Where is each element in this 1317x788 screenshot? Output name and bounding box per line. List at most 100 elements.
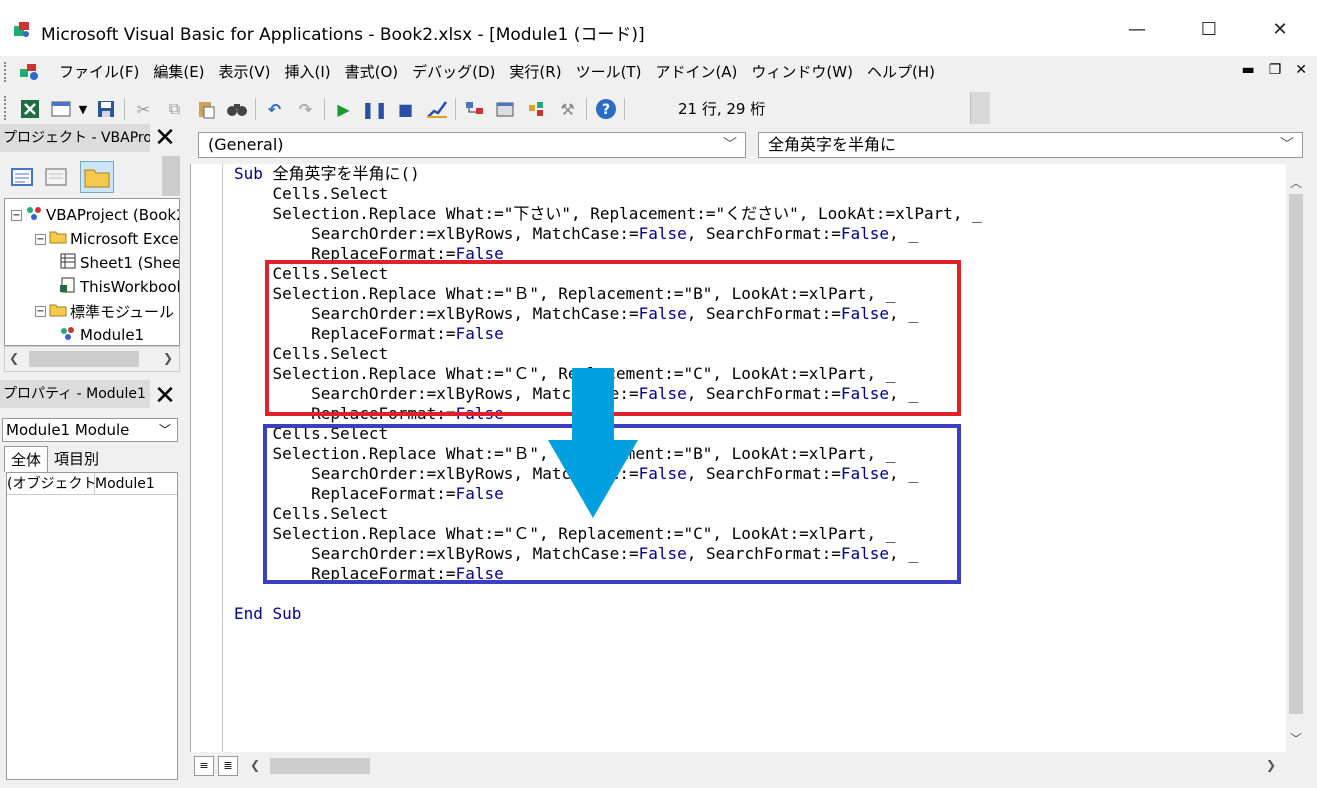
toolbar-separator [624, 98, 625, 120]
tree-item-label: 標準モジュール [70, 303, 174, 321]
code-line[interactable]: Cells.Select [234, 184, 982, 204]
break-icon[interactable]: ❚❚ [359, 96, 390, 122]
help-icon[interactable]: ? [590, 96, 621, 122]
menu-item[interactable]: 表示(V) [212, 62, 278, 82]
scroll-down-icon[interactable]: ﹀ [1290, 730, 1302, 747]
toolbar-overflow-button[interactable] [970, 92, 990, 124]
chevron-down-icon: ﹀ [1280, 137, 1294, 153]
workbook-icon [59, 277, 77, 297]
object-browser-icon[interactable] [521, 96, 552, 122]
tree-item[interactable]: − Microsoft Excel Objects [35, 229, 179, 249]
full-module-view-icon[interactable]: ≣ [218, 756, 238, 776]
project-tree-hscroll[interactable]: ❮ ❯ [4, 346, 180, 372]
project-pane-close-icon[interactable]: ✕ [150, 124, 180, 152]
cut-icon[interactable]: ✂ [128, 96, 159, 122]
project-pane-toolbar [0, 154, 182, 198]
collapse-icon[interactable]: − [11, 209, 22, 221]
tree-item[interactable]: − 標準モジュール [35, 301, 174, 322]
property-value[interactable]: Module1 [95, 473, 155, 494]
code-line[interactable]: Sub 全角英字を半角に() [234, 164, 982, 184]
menu-item[interactable]: デバッグ(D) [405, 62, 502, 82]
tab-alphabetic[interactable]: 全体 [4, 446, 49, 472]
mdi-close-button[interactable]: ✕ [1295, 62, 1307, 78]
collapse-icon[interactable]: − [35, 233, 46, 245]
menu-item[interactable]: 挿入(I) [278, 62, 338, 82]
toggle-folders-icon[interactable] [80, 161, 114, 193]
mdi-minimize-button[interactable]: ▬ [1241, 62, 1254, 78]
svg-text:?: ? [601, 102, 609, 118]
chevron-down-icon: ﹀ [723, 137, 737, 153]
scroll-up-icon[interactable]: ︿ [1290, 174, 1302, 191]
property-row[interactable]: (オブジェクト名) Module1 [7, 473, 177, 495]
tree-item[interactable]: − VBAProject (Book2.xlsx) [11, 205, 179, 225]
properties-grid: (オブジェクト名) Module1 [6, 472, 178, 780]
close-button[interactable]: ✕ [1257, 16, 1303, 44]
scroll-thumb[interactable] [270, 758, 370, 774]
scroll-right-icon[interactable]: ❯ [1266, 758, 1276, 772]
run-icon[interactable]: ▶ [328, 96, 359, 122]
paste-icon[interactable] [190, 96, 221, 122]
insert-userform-icon[interactable] [45, 96, 76, 122]
view-code-icon[interactable] [10, 166, 34, 192]
collapse-icon[interactable]: − [35, 306, 46, 317]
toolbar-grip[interactable] [4, 96, 8, 120]
menu-item[interactable]: 実行(R) [502, 62, 568, 82]
tree-item[interactable]: Sheet1 (Sheet1) [59, 253, 179, 273]
tab-categorized[interactable]: 項目別 [48, 446, 105, 472]
scroll-thumb[interactable] [1289, 194, 1303, 714]
module-icon [59, 325, 77, 345]
procedure-combo[interactable]: 全角英字を半角に ﹀ [758, 132, 1303, 158]
minimize-button[interactable]: — [1114, 16, 1160, 44]
project-explorer-icon[interactable] [459, 96, 490, 122]
redo-icon[interactable]: ↷ [290, 96, 321, 122]
code-line[interactable] [234, 584, 982, 604]
menu-item[interactable]: 書式(O) [338, 62, 406, 82]
window-title: Microsoft Visual Basic for Applications … [41, 25, 645, 45]
save-icon[interactable] [90, 96, 121, 122]
properties-object-select[interactable]: Module1 Module ﹀ [2, 418, 178, 442]
vba-menu-icon[interactable] [18, 61, 42, 83]
tree-item[interactable]: ThisWorkbook [59, 277, 179, 297]
properties-icon[interactable] [490, 96, 521, 122]
chevron-down-icon: ﹀ [158, 423, 171, 437]
properties-pane-close-icon[interactable]: ✕ [150, 382, 180, 410]
copy-icon[interactable]: ⧉ [159, 96, 190, 122]
excel-icon[interactable] [14, 96, 45, 122]
design-mode-icon[interactable] [421, 96, 452, 122]
undo-icon[interactable]: ↶ [259, 96, 290, 122]
property-name: (オブジェクト名) [7, 473, 95, 494]
menu-item[interactable]: ツール(T) [569, 62, 649, 82]
scroll-left-icon[interactable]: ❮ [250, 758, 260, 772]
menu-item[interactable]: 編集(E) [146, 62, 211, 82]
cursor-position: 21 行, 29 桁 [678, 100, 766, 118]
code-line[interactable]: End Sub [234, 604, 982, 624]
toolbox-icon[interactable]: ⚒ [552, 96, 583, 122]
object-combo-value: (General) [208, 135, 284, 154]
tree-item[interactable]: Module1 [59, 325, 144, 345]
find-icon[interactable] [221, 96, 252, 122]
scroll-left-icon[interactable]: ❮ [9, 351, 19, 365]
maximize-button[interactable]: ☐ [1186, 16, 1232, 44]
menubar-grip[interactable] [4, 62, 8, 82]
code-vscroll[interactable]: ︿ ﹀ [1286, 164, 1306, 752]
object-combo[interactable]: (General) ﹀ [198, 132, 746, 158]
standard-toolbar: ▼ ✂ ⧉ ↶ ↷ ▶ ❚❚ ■ ⚒ ? 21 行, 29 桁 [0, 88, 990, 128]
code-hscroll[interactable]: ≡ ≣ ❮ ❯ [190, 752, 1306, 780]
scroll-thumb[interactable] [29, 351, 139, 367]
menu-item[interactable]: ヘルプ(H) [860, 62, 942, 82]
sheet-icon [59, 253, 77, 273]
project-pane-toolbar-overflow[interactable] [162, 156, 180, 196]
code-line[interactable]: SearchOrder:=xlByRows, MatchCase:=False,… [234, 224, 982, 244]
scroll-right-icon[interactable]: ❯ [163, 351, 173, 365]
reset-icon[interactable]: ■ [390, 96, 421, 122]
code-line[interactable]: Selection.Replace What:="下さい", Replaceme… [234, 204, 982, 224]
dropdown-arrow-icon[interactable]: ▼ [76, 96, 90, 122]
code-margin-indicator-bar[interactable] [191, 164, 223, 752]
procedure-combo-value: 全角英字を半角に [768, 135, 897, 154]
procedure-view-icon[interactable]: ≡ [194, 756, 214, 776]
view-object-icon[interactable] [44, 166, 68, 192]
mdi-restore-button[interactable]: ❐ [1269, 62, 1282, 78]
menu-item[interactable]: アドイン(A) [648, 62, 744, 82]
menu-item[interactable]: ファイル(F) [52, 62, 146, 82]
menu-item[interactable]: ウィンドウ(W) [744, 62, 860, 82]
